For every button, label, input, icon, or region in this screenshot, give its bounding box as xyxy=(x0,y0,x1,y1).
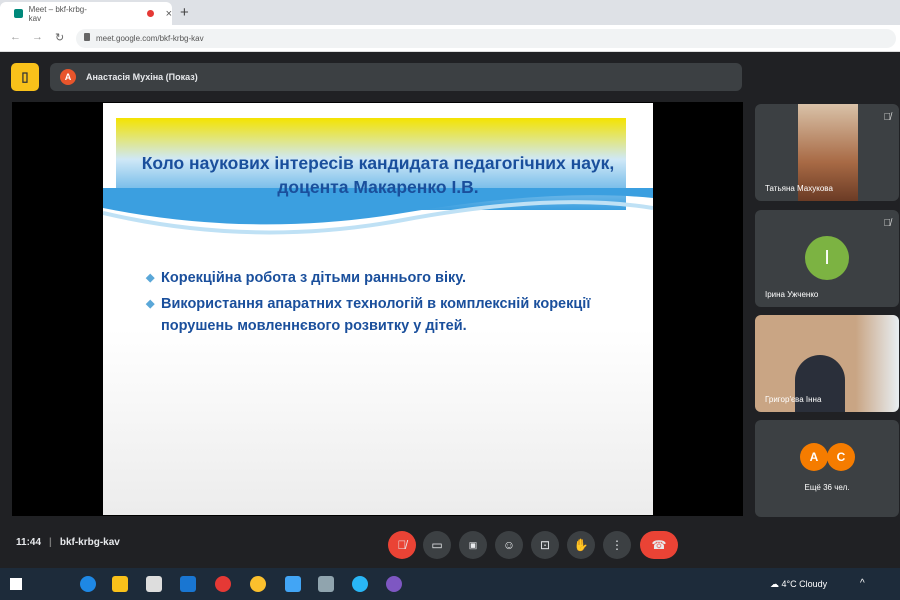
telegram-icon[interactable] xyxy=(352,576,368,592)
bullet-text: Корекційна робота з дітьми раннього віку… xyxy=(161,270,467,286)
tab-title: Meet – bkf-krbg-kav xyxy=(28,4,87,23)
shared-slide: Коло наукових інтересів кандидата педаго… xyxy=(103,103,653,515)
browser-tab[interactable]: Meet – bkf-krbg-kav × xyxy=(0,2,172,25)
chrome-icon[interactable] xyxy=(250,576,266,592)
meeting-code: bkf-krbg-kav xyxy=(59,537,120,548)
more-options-button[interactable]: ⋮ xyxy=(603,531,631,559)
avatar: А xyxy=(800,443,828,471)
more-participants-tile[interactable]: А С Ещё 36 чел. xyxy=(755,420,899,517)
bullet-text: Використання апаратних технологій в комп… xyxy=(161,296,591,334)
meet-favicon-icon xyxy=(14,9,23,18)
slide-bullet: ◆ Використання апаратних технологій в ком… xyxy=(146,296,591,334)
meet-logo-icon: ▯ xyxy=(11,63,39,91)
more-participants-label: Ещё 36 чел. xyxy=(804,483,850,492)
url-text: meet.google.com/bkf-krbg-kav xyxy=(96,34,204,43)
file-explorer-icon[interactable] xyxy=(112,576,128,592)
emoji-button[interactable]: ☺ xyxy=(495,531,523,559)
mic-off-icon: 🎙̸ xyxy=(883,218,892,229)
participant-name: Ірина Ужченко xyxy=(765,290,819,299)
participant-tile[interactable]: 🎙̸ І Ірина Ужченко xyxy=(755,210,899,307)
camera-button[interactable]: ▭ xyxy=(423,531,451,559)
edge-icon[interactable] xyxy=(80,576,96,592)
recording-dot-icon xyxy=(146,10,154,17)
participant-tile[interactable]: Григор'єва Інна xyxy=(755,315,899,412)
url-input[interactable]: meet.google.com/bkf-krbg-kav xyxy=(76,29,896,48)
avatar: А xyxy=(60,69,76,85)
calculator-icon[interactable] xyxy=(318,576,334,592)
presenter-bar: А Анастасія Мухіна (Показ) xyxy=(50,63,742,91)
opera-icon[interactable] xyxy=(215,576,231,592)
avatar: І xyxy=(805,236,849,280)
store-icon[interactable] xyxy=(146,576,162,592)
mic-off-icon: 🎙̸ xyxy=(883,112,892,123)
lock-icon xyxy=(84,33,90,41)
meeting-info: 11:44 | bkf-krbg-kav xyxy=(16,537,120,548)
new-tab-button[interactable]: + xyxy=(180,4,189,21)
back-icon[interactable]: ← xyxy=(10,31,21,43)
weather-text: 4°C Cloudy xyxy=(781,579,828,589)
tray-chevron-icon[interactable]: ^ xyxy=(860,578,865,589)
captions-button[interactable]: ▣ xyxy=(459,531,487,559)
present-button[interactable]: ⊡ xyxy=(531,531,559,559)
clock: 11:44 xyxy=(16,537,42,548)
participant-tile[interactable]: 🎙̸ Татьяна Махукова xyxy=(755,104,899,201)
taskbar xyxy=(0,568,900,600)
participant-name: Григор'єва Інна xyxy=(765,395,822,404)
viber-icon[interactable] xyxy=(386,576,402,592)
presenter-name: Анастасія Мухіна (Показ) xyxy=(86,72,198,82)
slide-title: Коло наукових інтересів кандидата педаго… xyxy=(141,153,615,197)
calendar-icon[interactable] xyxy=(285,576,301,592)
participant-name: Татьяна Махукова xyxy=(765,184,833,193)
forward-icon[interactable]: → xyxy=(32,31,43,43)
mail-icon[interactable] xyxy=(180,576,196,592)
mic-toggle-button[interactable]: 🎙̸ xyxy=(388,531,416,559)
windows-start-icon[interactable] xyxy=(10,578,22,590)
slide-bullet: ◆ Корекційна робота з дітьми раннього вік… xyxy=(146,270,467,286)
weather-widget[interactable]: ☁ 4°C Cloudy xyxy=(770,579,827,590)
close-tab-button[interactable]: × xyxy=(166,8,172,20)
avatar: С xyxy=(827,443,855,471)
raise-hand-button[interactable]: ✋ xyxy=(567,531,595,559)
reload-icon[interactable]: ↻ xyxy=(55,31,64,44)
end-call-button[interactable]: ☎ xyxy=(640,531,678,559)
